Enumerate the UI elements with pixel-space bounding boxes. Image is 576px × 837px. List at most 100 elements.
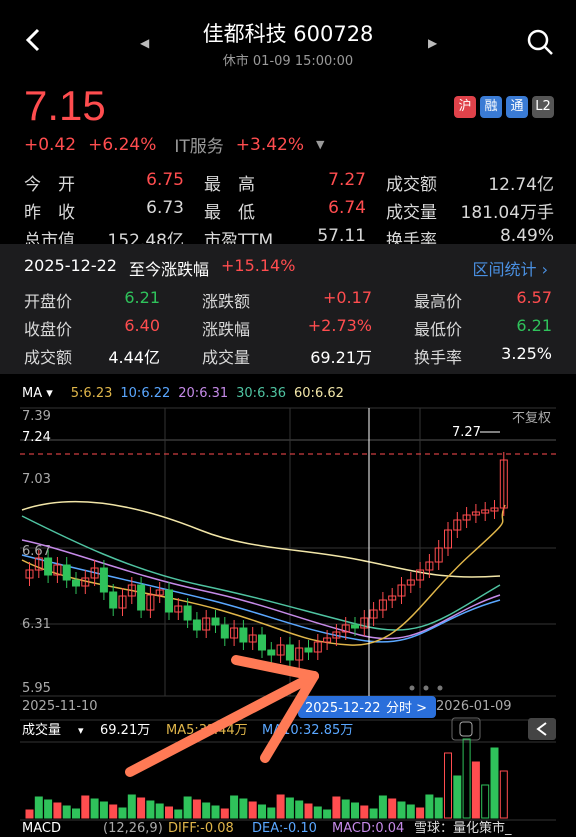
page-dot [423,685,429,691]
current-price: 7.15 [24,82,106,129]
macd-params: (12,26,9) [103,821,163,836]
range-value: 3.25% [501,344,552,363]
volume-bar [397,801,406,819]
price-change-pct: +6.24% [88,134,157,155]
candle-body [239,627,248,643]
volume-bar [72,808,80,819]
volume-bar [332,796,341,819]
kline-chart[interactable]: 7.39 7.24 7.03 6.67 6.31 5.95 不复权 7.27 2… [0,380,576,837]
volume-bar [81,795,90,819]
range-title: 至今涨跌幅 [128,260,209,279]
stock-title: 佳都科技 600728 [202,22,374,46]
x-label-right: 2026-01-09 [436,699,512,714]
volume-bar [220,808,229,819]
stats-grid: 今 开 6.75 最 高 7.27 成交额 12.74亿 昨 收 6.73 最 低 6.7… [24,170,554,254]
volume-bar [341,799,350,819]
volume-bar [137,797,146,819]
sector-name[interactable]: IT服务 [174,132,223,157]
volume-bar [99,801,108,819]
volume-bar [425,794,434,819]
range-value: 6.21 [516,316,552,335]
candle-body [72,579,80,587]
y-label-1: 7.39 [22,409,51,424]
watermark: 雪球：量化策市_ [414,820,512,836]
sector-pct: +3.42% [235,134,305,155]
cursor-date: 2025-12-22 [305,701,381,716]
volume-bar [183,796,192,819]
range-label: 最高价 [414,292,463,311]
volume-bar [490,747,499,819]
candle-body [220,624,229,639]
stat-value: 6.73 [146,198,184,218]
range-label: 涨跌幅 [202,320,251,339]
volume-bar [53,802,62,819]
volume-bar [267,807,276,819]
settings-button[interactable] [451,717,481,741]
stat-label: 最 低 [204,203,255,223]
volume-bar [360,805,369,819]
candle-body [267,649,276,656]
macd-value: MACD:0.04 [332,821,404,836]
volume-bar [462,738,471,819]
range-link-label: 区间统计 [472,260,537,279]
range-value: 4.44亿 [108,348,160,367]
volume-bar [295,800,304,819]
collapse-button[interactable] [528,718,556,740]
volume-bar [34,796,43,819]
indicator-icon [459,721,473,737]
volume-bar [25,809,34,819]
stat-label: 昨 收 [24,203,75,223]
volume-bar [471,761,480,819]
stat-value: 12.74亿 [488,175,554,195]
stat-label: 最 高 [204,175,255,195]
range-stats-link[interactable]: 区间统计 › [472,256,548,280]
change-row: +0.42 +6.24% IT服务 +3.42% ▼ [24,132,324,158]
volume-bar [127,794,136,819]
search-icon[interactable] [526,28,554,56]
range-label: 换手率 [414,348,463,367]
badge-connect: 通 [506,96,528,118]
fq-label[interactable]: 不复权 [512,410,551,426]
volume-bar [239,798,248,819]
sector-dropdown-icon[interactable]: ▼ [316,138,324,151]
y-label-3: 7.03 [22,472,51,487]
y-label-5: 6.31 [22,617,51,632]
volume-bar [211,805,220,819]
range-label: 最低价 [414,320,463,339]
stat-value: 6.74 [328,198,366,218]
range-value: 6.21 [124,288,160,307]
price-change: +0.42 [24,134,77,155]
volume-bar [444,752,452,819]
peak-label: 7.27 [452,425,481,440]
badge-l2: L2 [532,96,554,118]
chevron-right-icon: › [541,260,548,279]
stat-label: 今 开 [24,175,75,195]
volume-bar [434,797,443,819]
volume-bar [481,784,490,819]
range-stats-panel: 2025-12-22 至今涨跌幅 +15.14% 区间统计 › 开盘价 6.21 … [0,244,576,374]
candle-body [137,584,146,611]
range-pct: +15.14% [221,256,296,275]
volume-bar [146,800,155,819]
stat-value: 6.75 [146,170,184,190]
range-value: 6.57 [516,288,552,307]
range-grid: 开盘价 6.21 涨跌额 +0.17 最高价 6.57 收盘价 6.40 涨跌幅 +2.7… [24,288,552,372]
x-label-left: 2025-11-10 [22,699,98,714]
candle-body [62,564,71,581]
badge-group: 沪 融 通 L2 [454,96,554,118]
cursor-minute-link[interactable]: 分时 > [386,701,427,716]
volume-bar [416,807,425,819]
next-stock-icon[interactable]: ▶ [428,36,437,50]
range-label: 成交量 [202,348,251,367]
volume-label[interactable]: 成交量 [22,722,61,738]
candle-body [304,647,313,653]
range-date: 2025-12-22 [24,256,117,275]
candle-body [44,557,53,576]
macd-label[interactable]: MACD [22,821,61,836]
page-dot [437,685,443,691]
range-header: 2025-12-22 至今涨跌幅 +15.14% [24,256,295,280]
volume-dropdown-icon[interactable]: ▾ [78,724,84,737]
volume-bar [155,803,164,819]
volume-bar [44,799,53,819]
candle-body [211,617,220,626]
